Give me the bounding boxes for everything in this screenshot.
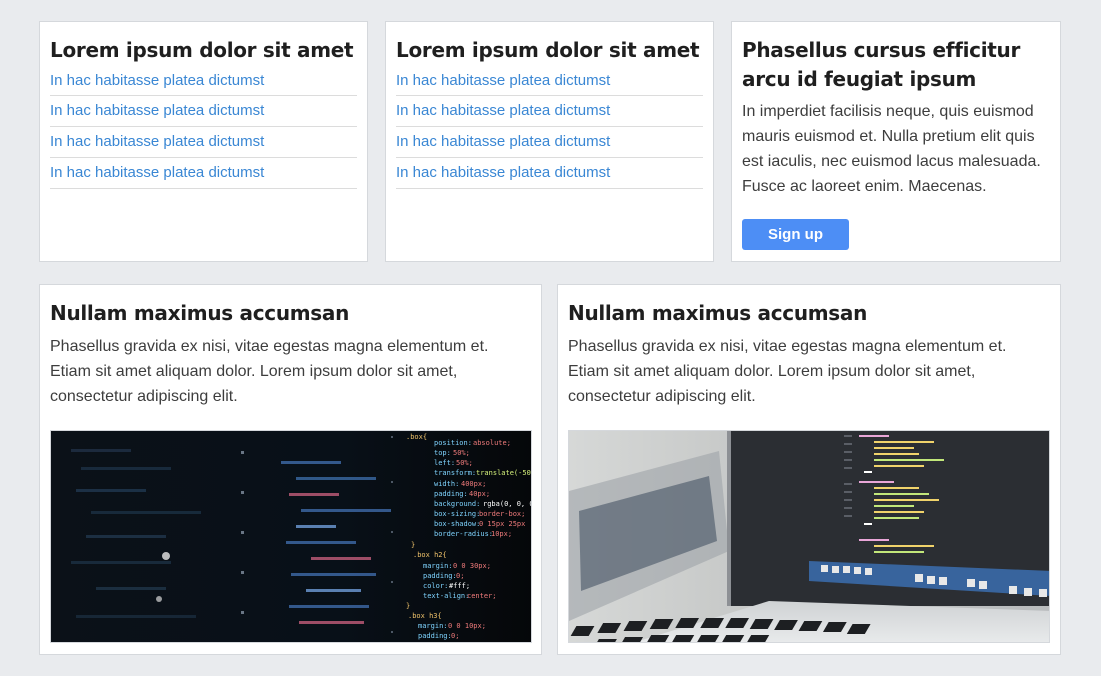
card-title: Lorem ipsum dolor sit amet (50, 38, 354, 62)
svg-text:absolute;: absolute; (473, 439, 511, 447)
svg-text:0;: 0; (456, 572, 464, 580)
svg-text:.box h3{: .box h3{ (408, 612, 442, 620)
svg-text:margin:: margin: (418, 622, 448, 630)
svg-text:#fff;: #fff; (449, 582, 470, 590)
laptop-image (568, 430, 1050, 643)
svg-text:box-shadow:: box-shadow: (434, 520, 480, 528)
svg-text:}: } (406, 602, 410, 610)
svg-text:top:: top: (434, 449, 451, 457)
svg-text:}: } (411, 541, 415, 549)
link-item[interactable]: In hac habitasse platea dictumst (50, 133, 264, 150)
svg-text:50%;: 50%; (456, 459, 473, 467)
links-card-2: Lorem ipsum dolor sit amet In hac habita… (385, 21, 714, 262)
laptop-card: Nullam maximus accumsan Phasellus gravid… (557, 284, 1061, 655)
link-list: In hac habitasse platea dictumst In hac … (50, 69, 357, 189)
svg-text:0 15px 25px: 0 15px 25px (479, 520, 525, 528)
svg-text:.box{: .box{ (406, 433, 427, 441)
list-item: In hac habitasse platea dictumst (50, 127, 357, 158)
list-item: In hac habitasse platea dictumst (50, 69, 357, 96)
svg-text:box-sizing:: box-sizing: (434, 510, 480, 518)
svg-text:40px;: 40px; (469, 490, 490, 498)
svg-text:margin:: margin: (423, 562, 453, 570)
list-item: In hac habitasse platea dictumst (396, 69, 703, 96)
svg-text:padding:: padding: (423, 572, 457, 580)
card-text: Phasellus gravida ex nisi, vitae egestas… (50, 338, 489, 405)
code-screen-image: .box{ position: absolute; top: 50%; left… (50, 430, 532, 643)
card-title: Nullam maximus accumsan (50, 301, 350, 325)
svg-text:text-align:: text-align: (423, 592, 469, 600)
svg-text:0;: 0; (451, 632, 459, 640)
svg-text:padding:: padding: (434, 490, 468, 498)
link-item[interactable]: In hac habitasse platea dictumst (396, 133, 610, 150)
card-title: Phasellus cursus efficitur arcu id feugi… (742, 38, 1021, 91)
svg-text:transform:: transform: (434, 469, 476, 477)
links-card-1: Lorem ipsum dolor sit amet In hac habita… (39, 21, 368, 262)
svg-text:rgba(0, 0, 0: rgba(0, 0, 0 (483, 500, 532, 508)
list-item: In hac habitasse platea dictumst (50, 158, 357, 189)
card-text: Phasellus gravida ex nisi, vitae egestas… (568, 338, 1007, 405)
svg-text:left:: left: (434, 459, 455, 467)
link-item[interactable]: In hac habitasse platea dictumst (396, 102, 610, 119)
svg-text:color:: color: (423, 582, 448, 590)
card-text: In imperdiet facilisis neque, quis euism… (742, 103, 1041, 195)
svg-text:10px;: 10px; (491, 530, 512, 538)
link-item[interactable]: In hac habitasse platea dictumst (50, 72, 264, 89)
svg-text:border-box;: border-box; (479, 510, 525, 518)
list-item: In hac habitasse platea dictumst (50, 96, 357, 127)
link-item[interactable]: In hac habitasse platea dictumst (50, 164, 264, 181)
svg-text:background:: background: (434, 500, 480, 508)
list-item: In hac habitasse platea dictumst (396, 96, 703, 127)
card-title: Lorem ipsum dolor sit amet (396, 38, 700, 62)
svg-text:50%;: 50%; (453, 449, 470, 457)
link-item[interactable]: In hac habitasse platea dictumst (396, 72, 610, 89)
link-item[interactable]: In hac habitasse platea dictumst (50, 102, 264, 119)
svg-text:translate(-50%,: translate(-50%, (476, 469, 532, 477)
link-item[interactable]: In hac habitasse platea dictumst (396, 164, 610, 181)
svg-text:center;: center; (467, 592, 497, 600)
svg-text:0 0 10px;: 0 0 10px; (448, 622, 486, 630)
svg-text:width:: width: (434, 480, 459, 488)
sign-up-button[interactable]: Sign up (742, 219, 849, 250)
svg-text:position:: position: (434, 439, 472, 447)
card-title: Nullam maximus accumsan (568, 301, 868, 325)
list-item: In hac habitasse platea dictumst (396, 127, 703, 158)
svg-text:.box h2{: .box h2{ (413, 551, 447, 559)
link-list: In hac habitasse platea dictumst In hac … (396, 69, 703, 189)
code-card: Nullam maximus accumsan Phasellus gravid… (39, 284, 542, 655)
list-item: In hac habitasse platea dictumst (396, 158, 703, 189)
signup-card: Phasellus cursus efficitur arcu id feugi… (731, 21, 1061, 262)
svg-text:0 0 30px;: 0 0 30px; (453, 562, 491, 570)
svg-text:padding:: padding: (418, 632, 452, 640)
svg-text:400px;: 400px; (461, 480, 486, 488)
svg-text:border-radius:: border-radius: (434, 530, 493, 538)
